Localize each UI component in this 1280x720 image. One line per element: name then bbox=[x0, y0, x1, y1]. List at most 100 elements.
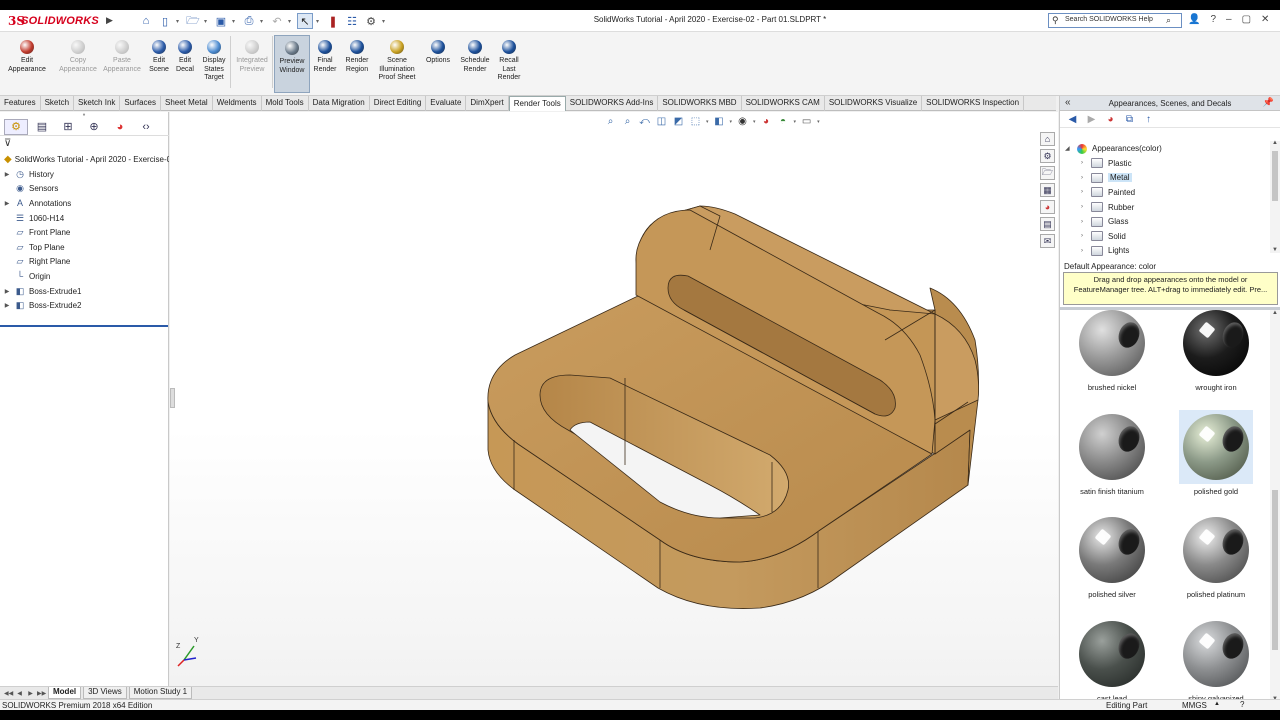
scroll-up-icon[interactable]: ▲ bbox=[1272, 310, 1278, 316]
ribbon-button-10[interactable]: Scene Illumination Proof Sheet bbox=[374, 35, 420, 93]
ribbon-button-13[interactable]: Recall Last Render bbox=[494, 35, 524, 93]
expand-arrow-icon[interactable]: › bbox=[1081, 233, 1091, 239]
add-location-icon[interactable]: ⧉ bbox=[1123, 114, 1136, 125]
select-dropdown-icon[interactable]: ▾ bbox=[316, 18, 322, 25]
save-icon[interactable]: ▣ bbox=[213, 13, 229, 29]
bottom-tab-3d-views[interactable]: 3D Views bbox=[83, 687, 127, 699]
expand-arrow-icon[interactable]: › bbox=[1081, 160, 1091, 166]
close-icon[interactable]: ✕ bbox=[1261, 14, 1269, 25]
command-tab-sheet-metal[interactable]: Sheet Metal bbox=[161, 96, 213, 111]
view-palette-icon[interactable]: ▦ bbox=[1040, 183, 1055, 197]
command-tab-solidworks-mbd[interactable]: SOLIDWORKS MBD bbox=[658, 96, 742, 111]
tree-item-annotations[interactable]: ▶ A Annotations bbox=[0, 196, 169, 211]
options-gear-icon[interactable]: ⚙ bbox=[363, 13, 379, 29]
rollback-bar[interactable] bbox=[0, 325, 168, 327]
tree-item-boss-extrude2[interactable]: ▶ ◧ Boss-Extrude2 bbox=[0, 298, 169, 313]
expand-arrow-icon[interactable]: › bbox=[1081, 248, 1091, 254]
command-tab-solidworks-visualize[interactable]: SOLIDWORKS Visualize bbox=[825, 96, 923, 111]
appearance-library-icon[interactable]: ◕ bbox=[1104, 114, 1117, 125]
expand-arrow-icon[interactable]: ▶ bbox=[0, 302, 14, 309]
expand-arrow-icon[interactable]: › bbox=[1081, 189, 1091, 195]
tree-item-front-plane[interactable]: ▱ Front Plane bbox=[0, 225, 169, 240]
menu-expand-icon[interactable]: ▶ bbox=[106, 15, 113, 26]
forum-icon[interactable]: ✉ bbox=[1040, 234, 1055, 248]
appearance-swatch[interactable]: polished gold bbox=[1164, 409, 1268, 496]
configuration-manager-tab-icon[interactable]: ⊞ bbox=[56, 119, 80, 135]
tree-item-right-plane[interactable]: ▱ Right Plane bbox=[0, 255, 169, 270]
expand-arrow-icon[interactable]: › bbox=[1081, 204, 1091, 210]
appearance-swatch[interactable]: satin finish titanium bbox=[1060, 410, 1164, 496]
unit-system[interactable]: MMGS bbox=[1182, 701, 1207, 710]
ribbon-button-0[interactable]: Edit Appearance bbox=[4, 35, 50, 93]
tree-item-history[interactable]: ▶ ◷ History bbox=[0, 167, 169, 182]
command-tab-dimxpert[interactable]: DimXpert bbox=[466, 96, 509, 111]
last-tab-icon[interactable]: ▶▶ bbox=[37, 690, 46, 697]
ribbon-button-3[interactable]: Edit Scene bbox=[146, 35, 172, 93]
ribbon-button-5[interactable]: Display States Target bbox=[198, 35, 230, 93]
swatch-scrollbar[interactable]: ▲ ▼ bbox=[1270, 310, 1280, 702]
pane-collapse-handle[interactable]: ● bbox=[0, 112, 168, 118]
user-icon[interactable]: 👤 bbox=[1188, 14, 1200, 25]
command-tab-mold-tools[interactable]: Mold Tools bbox=[262, 96, 309, 111]
tree-item-origin[interactable]: └ Origin bbox=[0, 269, 169, 284]
save-dropdown-icon[interactable]: ▾ bbox=[232, 18, 238, 25]
options-dropdown-icon[interactable]: ▾ bbox=[382, 18, 388, 25]
expand-arrow-icon[interactable]: ▶ bbox=[0, 171, 14, 178]
part-model[interactable] bbox=[170, 112, 1058, 688]
pin-icon[interactable]: 📌 bbox=[1263, 97, 1274, 108]
appearance-folder-rubber[interactable]: › Rubber bbox=[1060, 200, 1270, 215]
appearance-swatch[interactable]: polished silver bbox=[1060, 513, 1164, 599]
tree-item-boss-extrude1[interactable]: ▶ ◧ Boss-Extrude1 bbox=[0, 284, 169, 299]
tree-item-sensors[interactable]: ◉ Sensors bbox=[0, 182, 169, 197]
graphics-area[interactable]: ⌕ ⌕ ⤺ ◫ ◩ ⬚ ▾ ◧ ▾ ◉ ▾ ◕ ◓ ▾ ▭ ▾ Z Y bbox=[170, 112, 1058, 688]
appearance-root[interactable]: ◢ Appearances(color) bbox=[1060, 141, 1270, 156]
select-pointer-icon[interactable]: ↖ bbox=[297, 13, 313, 29]
expand-arrow-icon[interactable]: › bbox=[1081, 175, 1091, 181]
unit-dropdown-icon[interactable]: ▲ bbox=[1214, 701, 1220, 707]
collapse-arrow-icon[interactable]: ◢ bbox=[1065, 145, 1077, 152]
scroll-thumb[interactable] bbox=[1272, 490, 1278, 650]
undo-icon[interactable]: ↶ bbox=[269, 13, 285, 29]
command-tab-evaluate[interactable]: Evaluate bbox=[426, 96, 467, 111]
help-icon[interactable]: ? bbox=[1210, 14, 1216, 25]
filter-icon[interactable]: ⊽ bbox=[4, 138, 11, 149]
print-dropdown-icon[interactable]: ▾ bbox=[260, 18, 266, 25]
bottom-tab-model[interactable]: Model bbox=[48, 687, 82, 699]
home-icon[interactable]: ⌂ bbox=[138, 13, 154, 29]
up-level-icon[interactable]: ↑ bbox=[1142, 114, 1155, 125]
design-library-icon[interactable]: ⚙ bbox=[1040, 149, 1055, 163]
forward-icon[interactable]: ▶ bbox=[1085, 114, 1098, 125]
scroll-thumb[interactable] bbox=[1272, 151, 1278, 201]
tree-item-1060-h14[interactable]: ☰ 1060-H14 bbox=[0, 211, 169, 226]
command-tab-solidworks-cam[interactable]: SOLIDWORKS CAM bbox=[742, 96, 825, 111]
command-tab-solidworks-inspection[interactable]: SOLIDWORKS Inspection bbox=[922, 96, 1025, 111]
file-properties-icon[interactable]: ☷ bbox=[344, 13, 360, 29]
command-tab-weldments[interactable]: Weldments bbox=[213, 96, 262, 111]
dimxpert-manager-tab-icon[interactable]: ⊕ bbox=[82, 119, 106, 135]
maximize-icon[interactable]: ▢ bbox=[1242, 14, 1251, 25]
expand-arrow-icon[interactable]: ▶ bbox=[0, 288, 14, 295]
open-dropdown-icon[interactable]: ▾ bbox=[204, 18, 210, 25]
command-tab-solidworks-add-ins[interactable]: SOLIDWORKS Add-Ins bbox=[566, 96, 659, 111]
collapse-pane-icon[interactable]: « bbox=[1065, 97, 1071, 108]
solidworks-resources-icon[interactable]: ⌂ bbox=[1040, 132, 1055, 146]
appearance-folder-painted[interactable]: › Painted bbox=[1060, 185, 1270, 200]
expand-arrow-icon[interactable]: ▶ bbox=[0, 200, 14, 207]
bottom-tab-motion-study-1[interactable]: Motion Study 1 bbox=[128, 687, 193, 699]
expand-arrow-icon[interactable]: › bbox=[1081, 219, 1091, 225]
tree-root-part[interactable]: ◆ SolidWorks Tutorial - April 2020 - Exe… bbox=[0, 152, 169, 167]
command-tab-render-tools[interactable]: Render Tools bbox=[508, 96, 566, 111]
appearance-folder-plastic[interactable]: › Plastic bbox=[1060, 156, 1270, 171]
undo-dropdown-icon[interactable]: ▾ bbox=[288, 18, 294, 25]
scroll-down-icon[interactable]: ▼ bbox=[1272, 247, 1278, 253]
ribbon-button-8[interactable]: Final Render bbox=[310, 35, 340, 93]
custom-properties-icon[interactable]: ▤ bbox=[1040, 217, 1055, 231]
tree-item-top-plane[interactable]: ▱ Top Plane bbox=[0, 240, 169, 255]
next-tab-icon[interactable]: ▶ bbox=[26, 690, 35, 697]
feature-manager-tab-icon[interactable]: ⚙ bbox=[4, 118, 28, 135]
ribbon-button-4[interactable]: Edit Decal bbox=[172, 35, 198, 93]
quick-tips-icon[interactable]: ? bbox=[1240, 700, 1244, 709]
appearance-folder-glass[interactable]: › Glass bbox=[1060, 214, 1270, 229]
appearance-swatch[interactable]: cast lead bbox=[1060, 617, 1164, 702]
ribbon-button-12[interactable]: Schedule Render bbox=[456, 35, 494, 93]
